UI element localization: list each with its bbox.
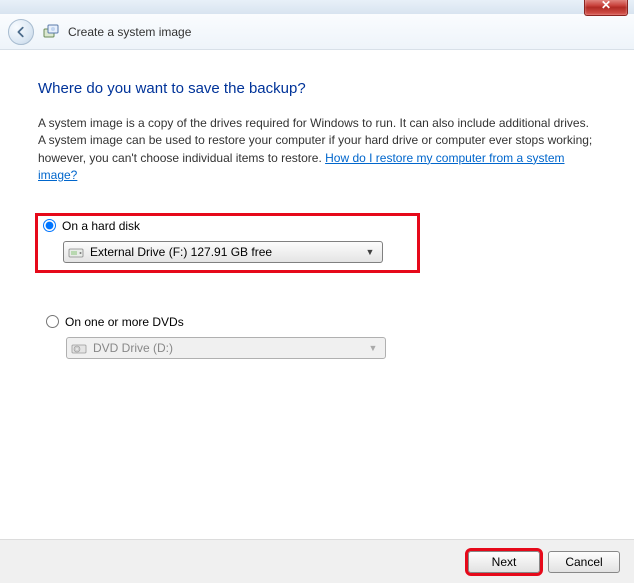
wizard-title: Create a system image (68, 25, 191, 39)
option-hard-disk: On a hard disk External Drive (F:) 127.9… (35, 213, 420, 273)
dvd-drive-icon (71, 341, 87, 355)
radio-dvd-label[interactable]: On one or more DVDs (65, 315, 184, 329)
radio-hard-disk[interactable] (43, 219, 56, 232)
hard-disk-dropdown[interactable]: External Drive (F:) 127.91 GB free ▼ (63, 241, 383, 263)
system-image-icon (42, 23, 60, 41)
cancel-button[interactable]: Cancel (548, 551, 620, 573)
wizard-footer: Next Cancel (0, 539, 634, 583)
option-dvd: On one or more DVDs DVD Drive (D:) ▼ (38, 309, 596, 369)
dvd-dropdown: DVD Drive (D:) ▼ (66, 337, 386, 359)
radio-hard-disk-label[interactable]: On a hard disk (62, 219, 140, 233)
dvd-selected: DVD Drive (D:) (93, 341, 359, 355)
external-drive-icon (68, 245, 84, 259)
page-heading: Where do you want to save the backup? (38, 80, 596, 97)
page-description: A system image is a copy of the drives r… (38, 115, 596, 185)
radio-dvd[interactable] (46, 315, 59, 328)
hard-disk-selected: External Drive (F:) 127.91 GB free (90, 245, 356, 259)
back-arrow-icon (14, 25, 28, 39)
chevron-down-icon: ▼ (365, 343, 381, 353)
next-button[interactable]: Next (468, 551, 540, 573)
back-button[interactable] (8, 19, 34, 45)
chevron-down-icon: ▼ (362, 247, 378, 257)
wizard-content: Where do you want to save the backup? A … (0, 50, 634, 409)
wizard-header: Create a system image (0, 14, 634, 50)
window-titlebar: ✕ (0, 0, 634, 14)
close-button[interactable]: ✕ (584, 0, 628, 16)
